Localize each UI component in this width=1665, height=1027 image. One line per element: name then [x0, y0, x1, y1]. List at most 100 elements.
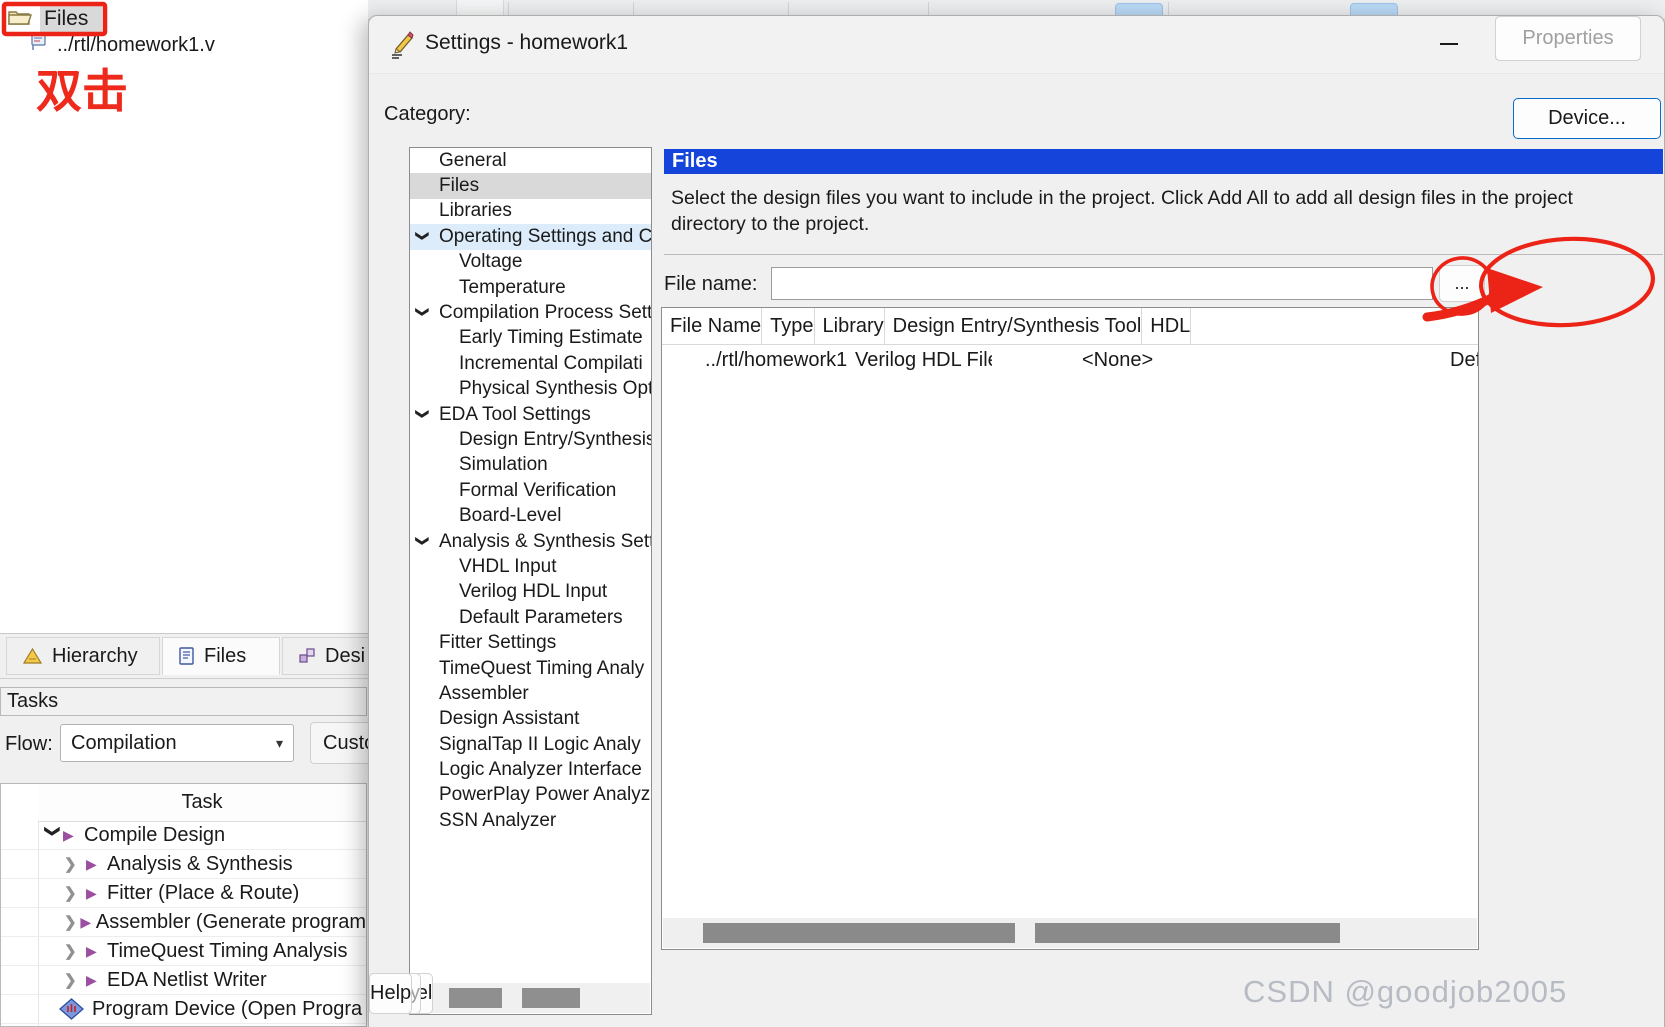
file-table-column-header[interactable]: Type — [762, 308, 815, 344]
category-item[interactable]: ❯ Default Parameters — [410, 605, 651, 630]
category-item-label: Simulation — [459, 454, 548, 476]
file-table-column-header[interactable]: File Name — [662, 308, 763, 344]
task-row[interactable]: ❯ ▶ Analysis & Synthesis — [1, 850, 366, 879]
browse-button[interactable]: ... — [1439, 265, 1485, 302]
file-table-column-header[interactable]: Library — [815, 308, 885, 344]
file-action-button[interactable]: Properties — [1495, 16, 1641, 61]
category-list-hscrollbar[interactable] — [411, 983, 650, 1013]
minimize-button[interactable] — [1425, 22, 1473, 66]
category-item-label: SignalTap II Logic Analy — [439, 733, 641, 755]
category-item[interactable]: ❯ Files — [410, 173, 651, 199]
navigator-tab[interactable]: Hierarchy — [6, 637, 160, 675]
category-item[interactable]: ❯ Design Assistant — [410, 707, 651, 732]
category-item-label: Operating Settings and C — [439, 225, 651, 247]
category-item[interactable]: ❯ Board-Level — [410, 503, 651, 528]
category-item-label: Formal Verification — [459, 479, 617, 501]
minimize-icon — [1440, 43, 1458, 45]
category-item[interactable]: ❯ VHDL Input — [410, 554, 651, 579]
dialog-title: Settings - homework1 — [425, 31, 629, 54]
category-item-label: Board-Level — [459, 505, 562, 527]
category-item[interactable]: ❯ EDA Tool Settings — [410, 402, 651, 427]
dialog-footer-button[interactable]: Help — [369, 973, 413, 1014]
chevron-down-icon[interactable]: ❯ — [414, 408, 430, 419]
flow-select[interactable]: Compilation ▾ — [60, 724, 294, 762]
file-table-column-header[interactable]: HDL — [1142, 308, 1192, 344]
scrollbar-thumb[interactable] — [1035, 923, 1340, 943]
task-row[interactable]: ❯ ▶ EDA Netlist Writer — [1, 966, 366, 995]
navigator-tab[interactable]: Files — [162, 637, 280, 675]
chevron-down-icon[interactable]: ❯ — [414, 231, 430, 242]
file-table-column-header[interactable]: Design Entry/Synthesis Tool — [885, 308, 1143, 344]
file-name-input[interactable] — [771, 267, 1433, 300]
task-row[interactable]: ❯ ▶ Compile Design — [1, 821, 366, 850]
chevron-icon[interactable]: ❯ — [64, 884, 86, 902]
category-item[interactable]: ❯ Early Timing Estimate — [410, 326, 651, 351]
category-item[interactable]: ❯ Fitter Settings — [410, 630, 651, 655]
task-row[interactable]: ❯ ▶ TimeQuest Timing Analysis — [1, 937, 366, 966]
category-item[interactable]: ❯ SSN Analyzer — [410, 808, 651, 833]
category-item[interactable]: ❯ Logic Analyzer Interface — [410, 757, 651, 782]
dialog-titlebar[interactable]: Settings - homework1 ✕ — [369, 16, 1664, 74]
category-item[interactable]: ❯ Libraries — [410, 199, 651, 224]
category-list: ❯ General ❯ Files ❯ Libraries ❯ Operatin… — [409, 147, 652, 1015]
category-item[interactable]: ❯ Analysis & Synthesis Sett — [410, 529, 651, 554]
category-item[interactable]: ❯ Design Entry/Synthesis — [410, 427, 651, 452]
chevron-down-icon[interactable]: ❯ — [414, 535, 430, 546]
file-table-hscrollbar[interactable] — [663, 918, 1477, 948]
tasks-panel-header: Tasks — [0, 687, 367, 716]
task-row[interactable]: ❯ ▶ Program Device (Open Progra — [1, 995, 366, 1024]
category-item-label: EDA Tool Settings — [439, 403, 591, 425]
project-navigator-panel: Files ../rtl/homework1.v 双击 — [0, 0, 369, 634]
task-row-label: Analysis & Synthesis — [107, 852, 293, 875]
run-task-icon: ▶ — [86, 884, 97, 901]
navigator-tab[interactable]: Desi — [282, 637, 372, 675]
chevron-icon[interactable]: ❯ — [64, 942, 86, 960]
scrollbar-thumb[interactable] — [703, 923, 1015, 943]
run-task-icon: ▶ — [86, 942, 97, 959]
file-table-row[interactable]: ../rtl/homework1.v Verilog HDL File <Non… — [662, 345, 1478, 376]
page-description: Select the design files you want to incl… — [671, 187, 1573, 235]
scrollbar-thumb[interactable] — [522, 988, 580, 1008]
category-item[interactable]: ❯ Verilog HDL Input — [410, 580, 651, 605]
chevron-down-icon: ▾ — [275, 734, 283, 751]
task-row[interactable]: ❯ ▶ Fitter (Place & Route) — [1, 879, 366, 908]
cell-library — [992, 345, 1074, 376]
run-task-icon: ▶ — [80, 913, 92, 930]
chevron-down-icon[interactable]: ❯ — [414, 307, 430, 318]
chevron-icon[interactable]: ❯ — [64, 913, 80, 931]
category-item-label: Default Parameters — [459, 606, 623, 628]
category-item[interactable]: ❯ Formal Verification — [410, 478, 651, 503]
run-task-icon: ▶ — [86, 971, 97, 988]
category-item[interactable]: ❯ Assembler — [410, 681, 651, 706]
chevron-icon[interactable]: ❯ — [64, 855, 86, 873]
category-item[interactable]: ❯ Physical Synthesis Opt — [410, 377, 651, 402]
category-item[interactable]: ❯ SignalTap II Logic Analy — [410, 732, 651, 757]
category-item[interactable]: ❯ Temperature — [410, 275, 651, 300]
category-item[interactable]: ❯ Compilation Process Sett — [410, 300, 651, 325]
category-item[interactable]: ❯ PowerPlay Power Analyz — [410, 783, 651, 808]
task-row-label: Program Device (Open Progra — [92, 997, 363, 1020]
device-button[interactable]: Device... — [1513, 98, 1661, 139]
category-item[interactable]: ❯ Voltage — [410, 250, 651, 275]
category-item-label: Design Entry/Synthesis — [459, 428, 651, 450]
settings-dialog: Settings - homework1 ✕ Device... Categor… — [368, 15, 1665, 1027]
chevron-icon[interactable]: ❯ — [44, 825, 62, 845]
page-header: Files — [664, 149, 1663, 174]
category-item-label: Early Timing Estimate — [459, 327, 643, 349]
category-item[interactable]: ❯ TimeQuest Timing Analy — [410, 656, 651, 681]
category-item[interactable]: ❯ Operating Settings and C — [410, 224, 651, 250]
files-tree-root[interactable]: Files — [8, 6, 103, 33]
category-item-label: Design Assistant — [439, 708, 580, 730]
chevron-icon[interactable]: ❯ — [64, 971, 86, 989]
file-tree-item[interactable]: ../rtl/homework1.v — [30, 33, 215, 57]
task-row-label: Assembler (Generate program — [95, 910, 366, 933]
file-list-table: File Name Type Library Design Entry/Synthes… — [661, 307, 1479, 950]
category-item[interactable]: ❯ Simulation — [410, 453, 651, 478]
dialog-footer-button-label: Help — [370, 982, 412, 1004]
category-label: Category: — [384, 103, 471, 125]
category-item[interactable]: ❯ General — [410, 148, 651, 173]
scrollbar-thumb[interactable] — [449, 988, 502, 1008]
task-row[interactable]: ❯ ▶ Assembler (Generate program — [1, 908, 366, 937]
category-item[interactable]: ❯ Incremental Compilati — [410, 351, 651, 376]
tasks-table: Task ❯ ▶ Compile Design ❯ ▶ Analysis & S… — [0, 783, 367, 1027]
